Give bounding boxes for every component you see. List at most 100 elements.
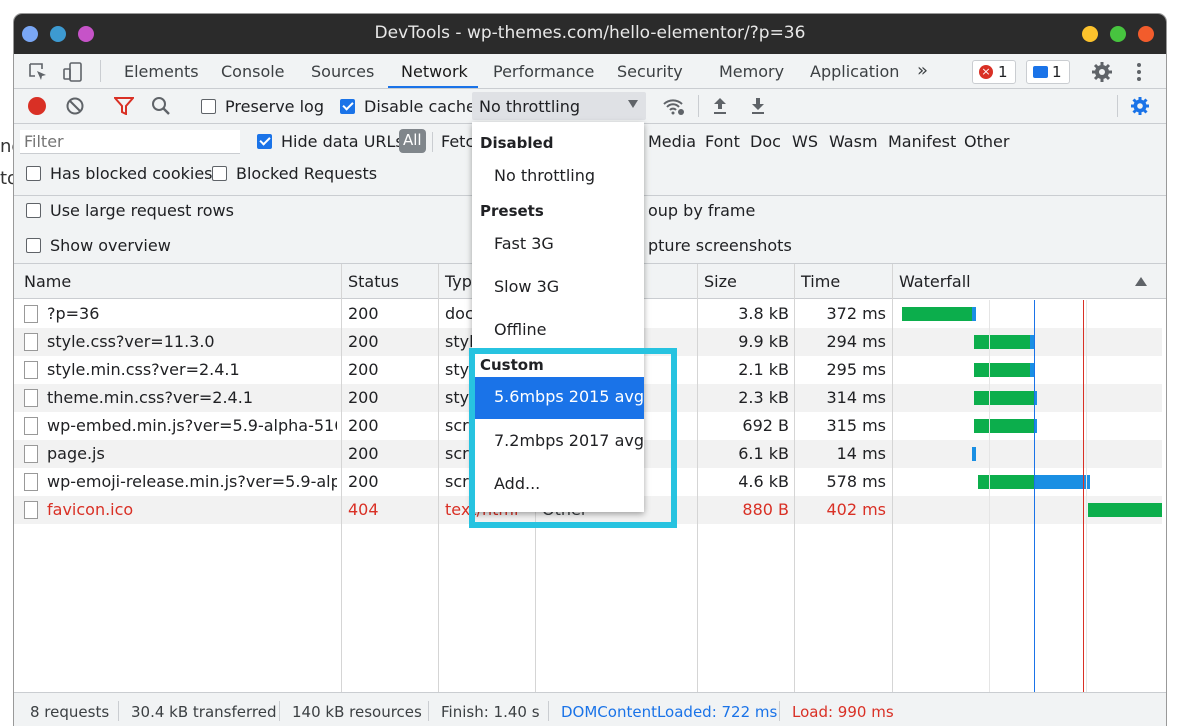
column-header-size[interactable]: Size — [704, 272, 737, 291]
filter-funnel-icon[interactable] — [114, 97, 134, 115]
blocked-requests-label: Blocked Requests — [236, 164, 378, 183]
inspect-element-icon[interactable] — [28, 62, 48, 82]
error-count-badge[interactable]: × 1 — [972, 60, 1016, 84]
show-overview-label: Show overview — [50, 236, 171, 255]
filter-type-doc[interactable]: Doc — [750, 132, 781, 151]
waterfall-download-bar — [1034, 475, 1090, 489]
more-options-kebab-icon[interactable] — [1133, 62, 1145, 82]
filter-type-manifest[interactable]: Manifest — [888, 132, 956, 151]
devtools-window: DevTools - wp-themes.com/hello-elementor… — [14, 14, 1166, 726]
filter-all-button[interactable]: All — [399, 129, 426, 153]
tab-security[interactable]: Security — [617, 62, 683, 81]
tab-console[interactable]: Console — [221, 62, 285, 81]
file-icon — [24, 417, 38, 435]
large-request-rows-checkbox[interactable] — [26, 203, 41, 218]
blocked-requests-checkbox[interactable] — [212, 166, 227, 181]
filter-input[interactable] — [20, 130, 240, 154]
tab-network[interactable]: Network — [401, 62, 468, 81]
domcontentloaded-time: DOMContentLoaded: 722 ms — [561, 703, 778, 721]
tab-application[interactable]: Application — [810, 62, 899, 81]
row-time-cell: 578 ms — [826, 472, 886, 491]
column-divider — [794, 264, 795, 692]
menu-item-slow-3g[interactable]: Slow 3G — [494, 277, 559, 296]
title-bar: DevTools - wp-themes.com/hello-elementor… — [14, 14, 1166, 54]
column-header-name[interactable]: Name — [24, 272, 71, 291]
row-size-cell: 4.6 kB — [738, 472, 789, 491]
disable-cache-checkbox[interactable] — [340, 99, 355, 114]
message-count-badge[interactable]: 1 — [1026, 60, 1070, 84]
tab-sources[interactable]: Sources — [311, 62, 374, 81]
throttling-select-value: No throttling — [479, 97, 581, 116]
row-status-cell: 200 — [348, 360, 379, 379]
search-icon[interactable] — [151, 96, 171, 116]
row-time-cell: 402 ms — [826, 500, 886, 519]
network-conditions-wifi-icon[interactable] — [662, 97, 686, 117]
device-toolbar-icon[interactable] — [62, 61, 84, 83]
import-har-upload-icon[interactable] — [712, 96, 728, 116]
filter-type-wasm[interactable]: Wasm — [829, 132, 878, 151]
column-header-status[interactable]: Status — [348, 272, 399, 291]
column-header-time[interactable]: Time — [801, 272, 840, 291]
column-divider — [697, 264, 698, 692]
network-settings-gear-icon[interactable] — [1130, 96, 1150, 116]
row-time-cell: 14 ms — [836, 444, 886, 463]
tab-memory[interactable]: Memory — [719, 62, 784, 81]
menu-group-disabled: Disabled — [480, 134, 554, 152]
row-name-cell: favicon.ico — [47, 500, 134, 519]
menu-item-offline[interactable]: Offline — [494, 320, 547, 339]
record-button[interactable] — [28, 97, 46, 115]
filter-type-fetch[interactable]: Fetc — [441, 132, 474, 151]
menu-item-no-throttling[interactable]: No throttling — [494, 166, 595, 185]
status-bar: 8 requests 30.4 kB transferred 140 kB re… — [14, 692, 1166, 726]
settings-gear-icon[interactable] — [1091, 61, 1113, 83]
hide-data-urls-label: Hide data URLs — [281, 132, 404, 151]
waterfall-waiting-bar — [974, 363, 1030, 377]
row-name-cell: wp-emoji-release.min.js?ver=5.9-alpha-..… — [47, 472, 337, 491]
disable-cache-label: Disable cache — [364, 97, 476, 116]
capture-screenshots-label: pture screenshots — [648, 236, 792, 255]
waterfall-waiting-bar — [974, 335, 1030, 349]
has-blocked-cookies-checkbox[interactable] — [26, 166, 41, 181]
error-icon: × — [979, 65, 993, 79]
preserve-log-checkbox[interactable] — [201, 99, 216, 114]
divider — [432, 132, 433, 152]
clear-icon[interactable] — [66, 97, 84, 115]
row-size-cell: 2.3 kB — [738, 388, 789, 407]
annotation-highlight-box — [469, 348, 677, 528]
show-overview-checkbox[interactable] — [26, 238, 41, 253]
waterfall-waiting-bar — [974, 391, 1034, 405]
file-icon — [24, 361, 38, 379]
divider — [548, 701, 549, 721]
row-name-cell: theme.min.css?ver=2.4.1 — [47, 388, 253, 407]
filter-type-media[interactable]: Media — [648, 132, 696, 151]
divider — [428, 701, 429, 721]
minimize-button[interactable] — [1082, 26, 1098, 42]
row-name-cell: page.js — [47, 444, 105, 463]
filter-type-ws[interactable]: WS — [792, 132, 818, 151]
row-size-cell: 6.1 kB — [738, 444, 789, 463]
chevron-down-icon — [628, 100, 638, 108]
row-size-cell: 692 B — [742, 416, 789, 435]
column-header-type[interactable]: Typ — [445, 272, 472, 291]
tab-elements[interactable]: Elements — [124, 62, 199, 81]
throttling-select[interactable]: No throttling — [472, 92, 646, 120]
export-har-download-icon[interactable] — [750, 96, 766, 116]
column-header-waterfall[interactable]: Waterfall — [899, 272, 971, 291]
active-tab-indicator — [388, 86, 478, 88]
filter-type-font[interactable]: Font — [705, 132, 740, 151]
error-count: 1 — [998, 63, 1008, 81]
row-name-cell: style.min.css?ver=2.4.1 — [47, 360, 240, 379]
sort-ascending-icon[interactable] — [1135, 277, 1147, 286]
maximize-button[interactable] — [1110, 26, 1126, 42]
row-name-cell: style.css?ver=11.3.0 — [47, 332, 215, 351]
menu-item-fast-3g[interactable]: Fast 3G — [494, 234, 554, 253]
tab-performance[interactable]: Performance — [493, 62, 594, 81]
file-icon — [24, 445, 38, 463]
row-size-cell: 3.8 kB — [738, 304, 789, 323]
filter-type-other[interactable]: Other — [964, 132, 1009, 151]
close-button[interactable] — [1138, 26, 1154, 42]
more-tabs-button[interactable]: » — [917, 60, 928, 81]
panel-tab-bar: Elements Console Sources Network Perform… — [14, 54, 1166, 89]
hide-data-urls-checkbox[interactable] — [257, 134, 272, 149]
row-size-cell: 2.1 kB — [738, 360, 789, 379]
